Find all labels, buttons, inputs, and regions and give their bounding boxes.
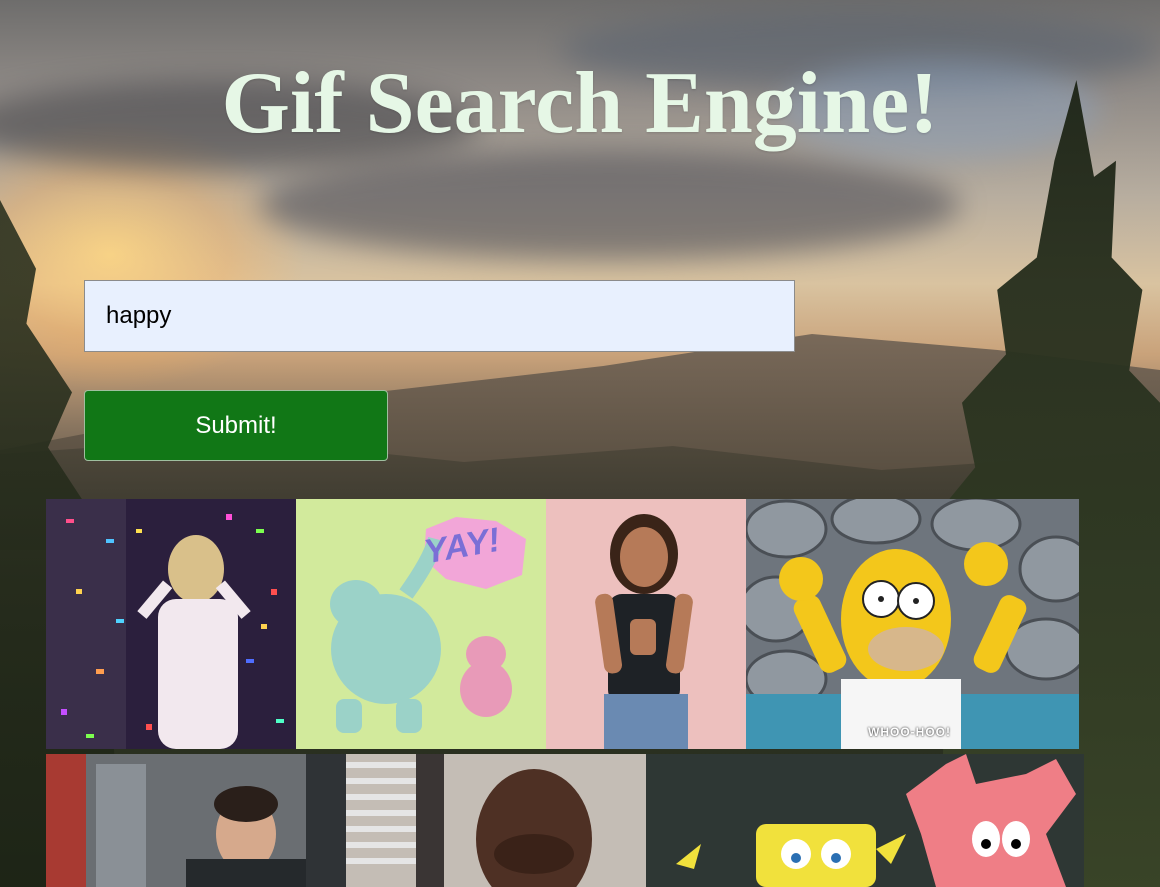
spongebob-patrick-image <box>646 754 1084 887</box>
gif-result[interactable] <box>546 499 746 749</box>
office-bald-man-image <box>346 754 646 887</box>
gif-result[interactable] <box>46 754 346 887</box>
woman-clapping-image <box>546 499 746 749</box>
office-man-image <box>46 754 346 887</box>
homer-simpson-image <box>746 499 1079 749</box>
gif-caption: WHOO-HOO! <box>868 725 951 739</box>
search-input[interactable] <box>84 280 795 352</box>
gif-result[interactable] <box>346 754 646 887</box>
gif-result[interactable]: YAY! <box>296 499 546 749</box>
background-cloud <box>260 150 960 260</box>
submit-button[interactable]: Submit! <box>84 390 388 461</box>
gif-result[interactable] <box>646 754 1084 887</box>
confetti-celebration-image <box>46 499 296 749</box>
gif-result[interactable] <box>46 499 296 749</box>
page-title: Gif Search Engine! <box>221 55 939 152</box>
gif-result[interactable]: WHOO-HOO! <box>746 499 1079 749</box>
